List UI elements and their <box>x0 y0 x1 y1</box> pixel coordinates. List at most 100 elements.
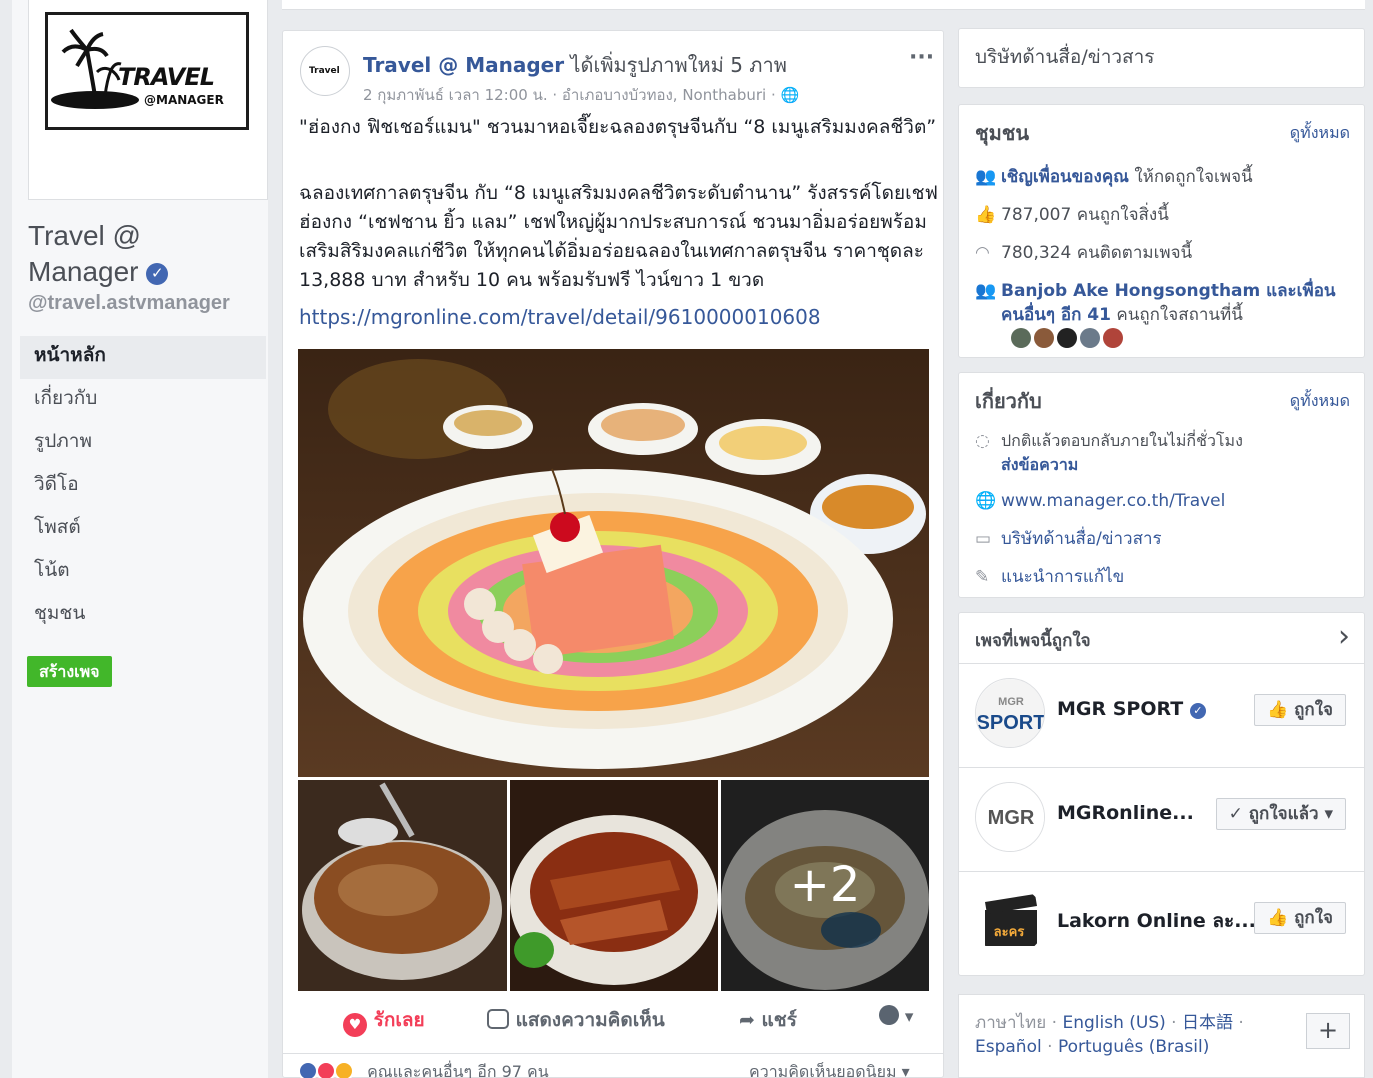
invite-friends-link[interactable]: เชิญเพื่อนของคุณ <box>1001 167 1129 187</box>
love-button[interactable]: ♥ รักเลย <box>343 1005 425 1037</box>
language-row-1: ภาษาไทย · English (US) · 日本語 · <box>975 1013 1244 1033</box>
post-photo-3[interactable] <box>510 780 718 991</box>
lakorn-online-avatar[interactable]: ละคร <box>975 886 1045 956</box>
other-friends-link[interactable]: คนอื่นๆ อีก 41 <box>1001 305 1111 325</box>
friend-avatars <box>1011 327 1126 351</box>
mgr-sport-logo: MGR SPORT <box>976 679 1044 747</box>
page-avatar-icon <box>879 1005 899 1025</box>
response-text: ปกติแล้วตอบกลับภายในไม่กี่ชั่วโมง <box>1001 431 1243 450</box>
post-card: Travel Travel @ Manager ได้เพิ่มรูปภาพให… <box>282 30 944 1078</box>
about-category-link[interactable]: บริษัทด้านสื่อ/ข่าวสาร <box>1001 529 1162 549</box>
clapperboard-logo: ละคร <box>975 886 1045 956</box>
liked-page-button[interactable]: ✓ ถูกใจแล้ว ▾ <box>1215 798 1346 830</box>
about-see-all-link[interactable]: ดูทั้งหมด <box>1290 389 1350 414</box>
post-author-link[interactable]: Travel @ Manager <box>363 53 564 77</box>
folder-icon: ▭ <box>975 529 992 549</box>
page-nav: หน้าหลัก เกี่ยวกับ รูปภาพ วิดีโอ โพสต์ โ… <box>20 336 266 637</box>
logo-text-manager: @MANAGER <box>144 93 224 107</box>
avatar[interactable] <box>1080 328 1100 348</box>
mgr-sport-avatar[interactable]: MGR SPORT <box>975 678 1045 748</box>
community-see-all-link[interactable]: ดูทั้งหมด <box>1290 121 1350 146</box>
post-as-selector[interactable]: ▾ <box>879 1005 913 1027</box>
nav-item-posts[interactable]: โพสต์ <box>20 508 266 551</box>
page-category[interactable]: บริษัทด้านสื่อ/ข่าวสาร <box>975 45 1155 69</box>
nav-item-notes[interactable]: โน้ต <box>20 551 266 594</box>
lang-portuguese[interactable]: Português (Brasil) <box>1058 1037 1209 1057</box>
lang-spanish[interactable]: Español <box>975 1037 1042 1057</box>
post-photo-2[interactable] <box>298 780 507 991</box>
avatar[interactable] <box>1057 328 1077 348</box>
share-arrow-icon: ➦ <box>739 1009 755 1031</box>
website-link[interactable]: www.manager.co.th/Travel <box>1001 491 1225 511</box>
liked-page-item: MGR SPORT MGR SPORT ✓ 👍 ถูกใจ <box>959 663 1364 767</box>
post-actions-bar: ♥ รักเลย แสดงความคิดเห็น ➦ แชร์ ▾ <box>283 999 943 1049</box>
nav-item-about[interactable]: เกี่ยวกับ <box>20 379 266 422</box>
liked-page-name[interactable]: MGR SPORT ✓ <box>1057 698 1206 720</box>
send-message-link[interactable]: ส่งข้อความ <box>1001 455 1078 474</box>
post-timestamp-location[interactable]: 2 กุมภาพันธ์ เวลา 12:00 น. · อำเภอบางบัว… <box>363 83 799 107</box>
like-reaction-icon <box>298 1061 318 1078</box>
nav-item-videos[interactable]: วิดีโอ <box>20 465 266 508</box>
liked-page-name[interactable]: MGRonline... <box>1057 802 1194 824</box>
share-button[interactable]: ➦ แชร์ <box>739 1005 797 1035</box>
post-header: Travel @ Manager ได้เพิ่มรูปภาพใหม่ 5 ภา… <box>363 49 787 81</box>
lang-japanese[interactable]: 日本語 <box>1182 1013 1233 1033</box>
post-options-icon[interactable]: ··· <box>909 45 934 70</box>
reactions-count[interactable]: คุณและคนอื่นๆ อีก 97 คน <box>298 1060 549 1078</box>
top-comments-dropdown[interactable]: ความคิดเห็นยอดนิยม ▾ <box>749 1060 910 1078</box>
friends-rest-text: และเพื่อน <box>1260 281 1336 301</box>
like-page-button[interactable]: 👍 ถูกใจ <box>1254 694 1346 726</box>
about-category-row: ▭ บริษัทด้านสื่อ/ข่าวสาร <box>975 527 1162 551</box>
add-language-button[interactable]: + <box>1306 1013 1350 1049</box>
mgronline-avatar[interactable]: MGR <box>975 782 1045 852</box>
reactions-summary: คุณและคนอื่นๆ อีก 97 คน ความคิดเห็นยอดนิ… <box>283 1053 943 1078</box>
mgronline-logo: MGR <box>976 783 1044 851</box>
likes-count: 787,007 คนถูกใจสิ่งนี้ <box>1001 205 1169 225</box>
create-page-button[interactable]: สร้างเพจ <box>27 656 112 687</box>
verified-badge-icon: ✓ <box>1189 703 1206 719</box>
reaction-icons <box>298 1061 362 1078</box>
profile-picture[interactable]: TRAVEL @MANAGER <box>28 0 268 200</box>
post-photo-4[interactable]: +2 <box>721 780 929 991</box>
suggest-edit-link[interactable]: แนะนำการแก้ไข <box>1001 567 1124 587</box>
share-label: แชร์ <box>761 1009 797 1031</box>
post-photo-main[interactable] <box>298 349 929 777</box>
friends-icon: 👥 <box>975 167 997 187</box>
globe-icon: 🌐 <box>975 491 997 511</box>
nav-item-home[interactable]: หน้าหลัก <box>20 336 266 379</box>
avatar[interactable] <box>1011 328 1031 348</box>
avatar[interactable] <box>1034 328 1054 348</box>
invite-friends-row: 👥 เชิญเพื่อนของคุณ ให้กดถูกใจเพจนี้ <box>975 165 1253 189</box>
likes-row: 👍 787,007 คนถูกใจสิ่งนี้ <box>975 203 1169 227</box>
nav-item-community[interactable]: ชุมชน <box>20 594 266 637</box>
lang-english[interactable]: English (US) <box>1062 1013 1165 1033</box>
like-page-button[interactable]: 👍 ถูกใจ <box>1254 902 1346 934</box>
love-label: รักเลย <box>373 1009 425 1031</box>
svg-text:MGR: MGR <box>998 696 1024 708</box>
friend-name-link[interactable]: Banjob Ake Hongsongtham <box>1001 281 1260 301</box>
avatar[interactable] <box>1103 328 1123 348</box>
response-row: ◌ ปกติแล้วตอบกลับภายในไม่กี่ชั่วโมง ส่งข้… <box>975 429 1243 477</box>
svg-text:ละคร: ละคร <box>994 925 1025 940</box>
avatar-text: Travel <box>309 66 340 76</box>
reactions-text: คุณและคนอื่นๆ อีก 97 คน <box>367 1062 549 1078</box>
thumbs-up-icon: 👍 <box>975 205 997 225</box>
comment-button[interactable]: แสดงความคิดเห็น <box>487 1005 665 1035</box>
chevron-right-icon[interactable]: › <box>1338 619 1350 654</box>
page-title-line2: Manager <box>28 256 139 287</box>
nav-item-photos[interactable]: รูปภาพ <box>20 422 266 465</box>
liked-page-item: ละคร Lakorn Online ละ... 👍 ถูกใจ <box>959 871 1364 975</box>
language-card: ภาษาไทย · English (US) · 日本語 · Español ·… <box>958 994 1365 1078</box>
more-photos-overlay[interactable]: +2 <box>721 780 929 991</box>
followers-row: ◠ 780,324 คนติดตามเพจนี้ <box>975 241 1192 265</box>
mgr-sport-name: MGR SPORT <box>1057 698 1184 720</box>
page-handle[interactable]: @travel.astvmanager <box>28 292 230 315</box>
comment-label: แสดงความคิดเห็น <box>515 1009 665 1031</box>
liked-page-name[interactable]: Lakorn Online ละ... <box>1057 906 1256 936</box>
post-link[interactable]: https://mgronline.com/travel/detail/9610… <box>299 305 821 329</box>
post-author-avatar[interactable]: Travel <box>300 46 350 96</box>
like-label: ถูกใจ <box>1294 700 1333 720</box>
page-title[interactable]: Travel @ Manager ✓ <box>28 218 258 290</box>
logo-text-travel: TRAVEL <box>118 63 215 91</box>
rss-icon: ◠ <box>975 243 990 263</box>
